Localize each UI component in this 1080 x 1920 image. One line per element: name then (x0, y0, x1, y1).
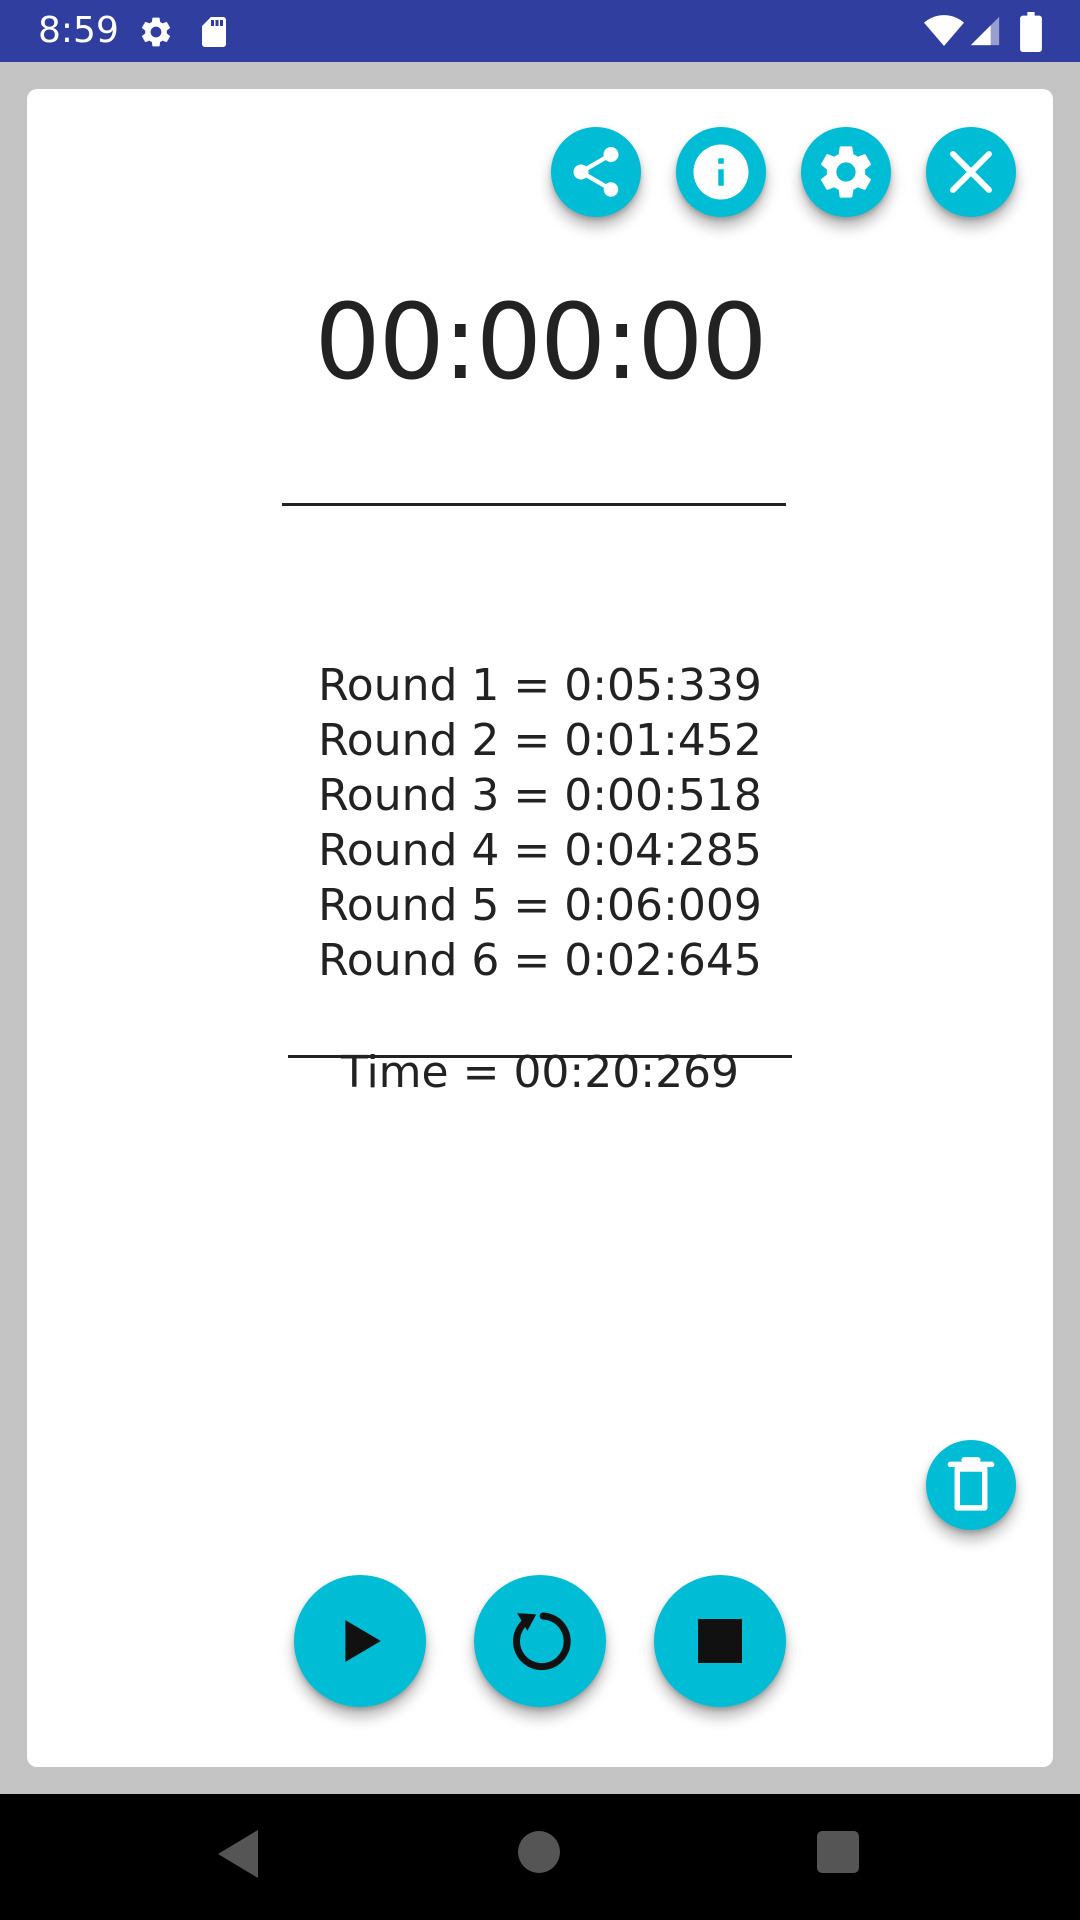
sd-card-icon (202, 17, 226, 47)
navigation-bar (0, 1794, 1080, 1920)
info-button[interactable] (676, 127, 766, 217)
rounds-list: Round 1 = 0:05:339 Round 2 = 0:01:452 Ro… (27, 658, 1053, 988)
total-time: Time = 00:20:269 (340, 1047, 740, 1098)
wifi-icon (924, 15, 964, 46)
share-button[interactable] (551, 127, 641, 217)
stopwatch-display: 00:00:00 (314, 281, 767, 403)
reset-icon (513, 1612, 571, 1671)
home-icon[interactable] (518, 1831, 560, 1873)
signal-icon (970, 16, 1000, 46)
back-icon[interactable] (214, 1828, 262, 1880)
status-time: 8:59 (38, 10, 119, 51)
delete-icon (947, 1457, 995, 1511)
delete-button[interactable] (926, 1440, 1016, 1530)
settings-button[interactable] (801, 127, 891, 217)
play-icon (345, 1620, 381, 1662)
close-icon (950, 151, 992, 193)
info-icon (693, 144, 749, 200)
round-item: Round 2 = 0:01:452 (318, 715, 762, 766)
close-button[interactable] (926, 127, 1016, 217)
round-item: Round 4 = 0:04:285 (318, 825, 762, 876)
status-bar: 8:59 (0, 0, 1080, 62)
divider-bottom (288, 1055, 792, 1058)
share-icon (573, 147, 619, 197)
round-item: Round 5 = 0:06:009 (318, 880, 762, 931)
gear-icon (141, 17, 171, 47)
round-item: Round 1 = 0:05:339 (318, 660, 762, 711)
recents-icon[interactable] (817, 1831, 859, 1873)
settings-icon (821, 146, 871, 198)
reset-button[interactable] (474, 1575, 606, 1707)
stop-icon (698, 1619, 742, 1663)
stopwatch-card: 00:00:00 Round 1 = 0:05:339 Round 2 = 0:… (27, 89, 1053, 1767)
play-button[interactable] (294, 1575, 426, 1707)
stop-button[interactable] (654, 1575, 786, 1707)
round-item: Round 3 = 0:00:518 (318, 770, 762, 821)
battery-icon (1020, 12, 1042, 52)
round-item: Round 6 = 0:02:645 (318, 935, 762, 986)
divider-top (282, 503, 786, 506)
